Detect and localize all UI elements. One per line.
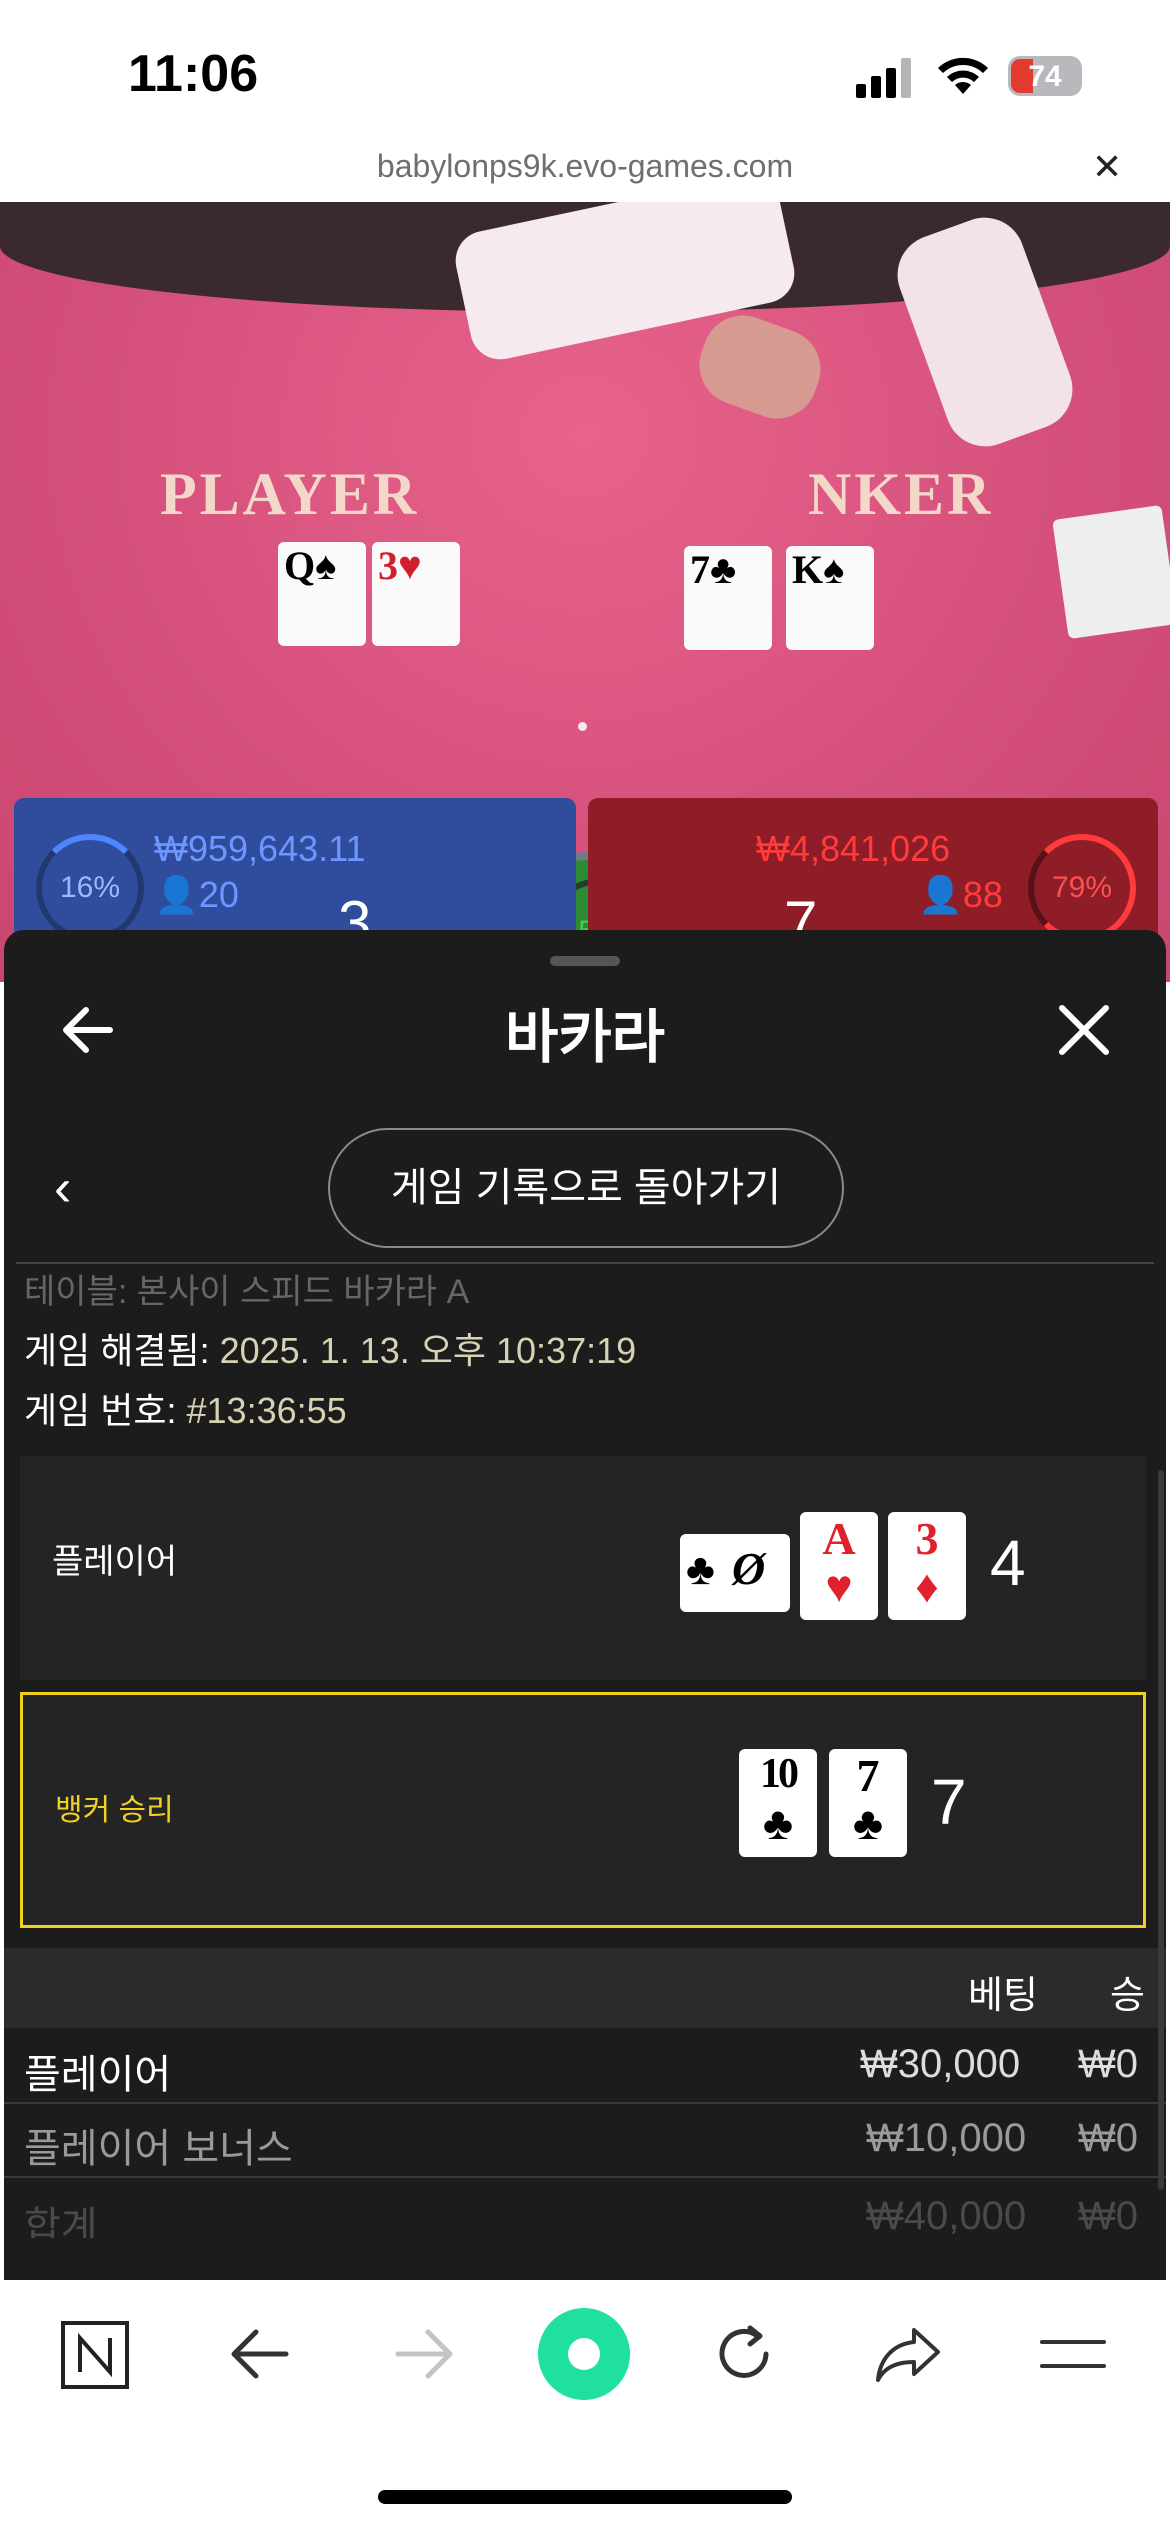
player-bet-count: 👤20 [154, 874, 239, 915]
history-nav-row: ‹ 게임 기록으로 돌아가기 [4, 1128, 1166, 1258]
close-tab-icon[interactable]: ✕ [1092, 146, 1122, 188]
naver-home-icon[interactable] [60, 2320, 130, 2390]
battery-icon: 74 [1008, 56, 1082, 96]
sheet-title: 바카라 [504, 1005, 666, 1070]
scrollbar[interactable] [1158, 1470, 1164, 2190]
video-banker-card: 7♣ [684, 546, 772, 650]
player-row-score: 4 [990, 1527, 1026, 1599]
chevron-left-icon[interactable]: ‹ [54, 1158, 71, 1218]
table-row: 플레이어 보너스 ₩10,000 ₩0 [4, 2104, 1166, 2178]
player-row-label: 플레이어 [52, 1543, 178, 1581]
banker-bet-count: 👤88 [918, 874, 1003, 915]
table-player-word: PLAYER [160, 461, 420, 527]
player-bet-amount: ₩959,643.11 [154, 828, 366, 869]
live-video: PLAYER NKER Q♠ 3♥ 7♣ K♠ 5% 16% ₩959,643.… [0, 202, 1170, 982]
green-dot-button[interactable] [538, 2308, 630, 2400]
sheet-header: 바카라 [4, 930, 1166, 1130]
banker-bet-percent: 79% [1028, 834, 1136, 942]
cellular-signal-icon [856, 58, 914, 98]
game-history-sheet: 바카라 ‹ 게임 기록으로 돌아가기 테이블: 본사이 스피드 바카라 A 게임… [4, 930, 1166, 2280]
forward-icon[interactable] [392, 2326, 456, 2382]
banker-card: 7 ♣ [829, 1749, 907, 1857]
back-icon[interactable] [228, 2326, 292, 2382]
home-indicator[interactable] [378, 2490, 792, 2504]
url-text[interactable]: babylonps9k.evo-games.com [0, 148, 1170, 185]
browser-url-bar: babylonps9k.evo-games.com ✕ [0, 140, 1170, 202]
player-card-sideways: ♣ Ø [680, 1534, 790, 1612]
game-number: 게임 번호: #13:36:55 [24, 1390, 347, 1431]
banker-card: 10 ♣ [739, 1749, 817, 1857]
bet-column-header: 베팅 [968, 1975, 1038, 2017]
banker-row-score: 7 [931, 1766, 967, 1838]
share-icon[interactable] [872, 2324, 944, 2384]
player-bet-percent: 16% [36, 834, 144, 942]
table-row: 플레이어 ₩30,000 ₩0 [4, 2030, 1166, 2104]
video-player-card: 3♥ [372, 542, 460, 646]
player-result-row: 플레이어 ♣ Ø A ♥ 3 ♦ 4 [20, 1456, 1146, 1680]
refresh-icon[interactable] [712, 2322, 776, 2386]
status-time: 11:06 [128, 45, 259, 103]
table-name: 테이블: 본사이 스피드 바카라 A [24, 1273, 470, 1311]
table-row: 합계 ₩40,000 ₩0 [24, 2194, 1138, 2238]
video-player-card: Q♠ [278, 542, 366, 646]
banker-result-row: 뱅커 승리 10 ♣ 7 ♣ 7 [20, 1692, 1146, 1928]
wifi-icon [938, 57, 988, 94]
back-to-history-button[interactable]: 게임 기록으로 돌아가기 [328, 1128, 844, 1248]
bets-table-header: 베팅 승 [4, 1948, 1166, 2028]
status-bar: 11:06 74 [0, 0, 1170, 140]
player-card: A ♥ [800, 1512, 878, 1620]
game-resolved: 게임 해결됨: 2025. 1. 13. 오후 10:37:19 [24, 1330, 637, 1371]
banker-row-label: 뱅커 승리 [55, 1794, 174, 1827]
banker-bet-amount: ₩4,841,026 [756, 828, 951, 869]
menu-icon[interactable] [1040, 2336, 1106, 2372]
win-column-header: 승 [1110, 1975, 1145, 2017]
video-banker-card: K♠ [786, 546, 874, 650]
battery-level: 74 [1028, 60, 1062, 93]
table-banker-word: NKER [808, 461, 994, 527]
player-card: 3 ♦ [888, 1512, 966, 1620]
close-icon[interactable] [1058, 1004, 1110, 1056]
